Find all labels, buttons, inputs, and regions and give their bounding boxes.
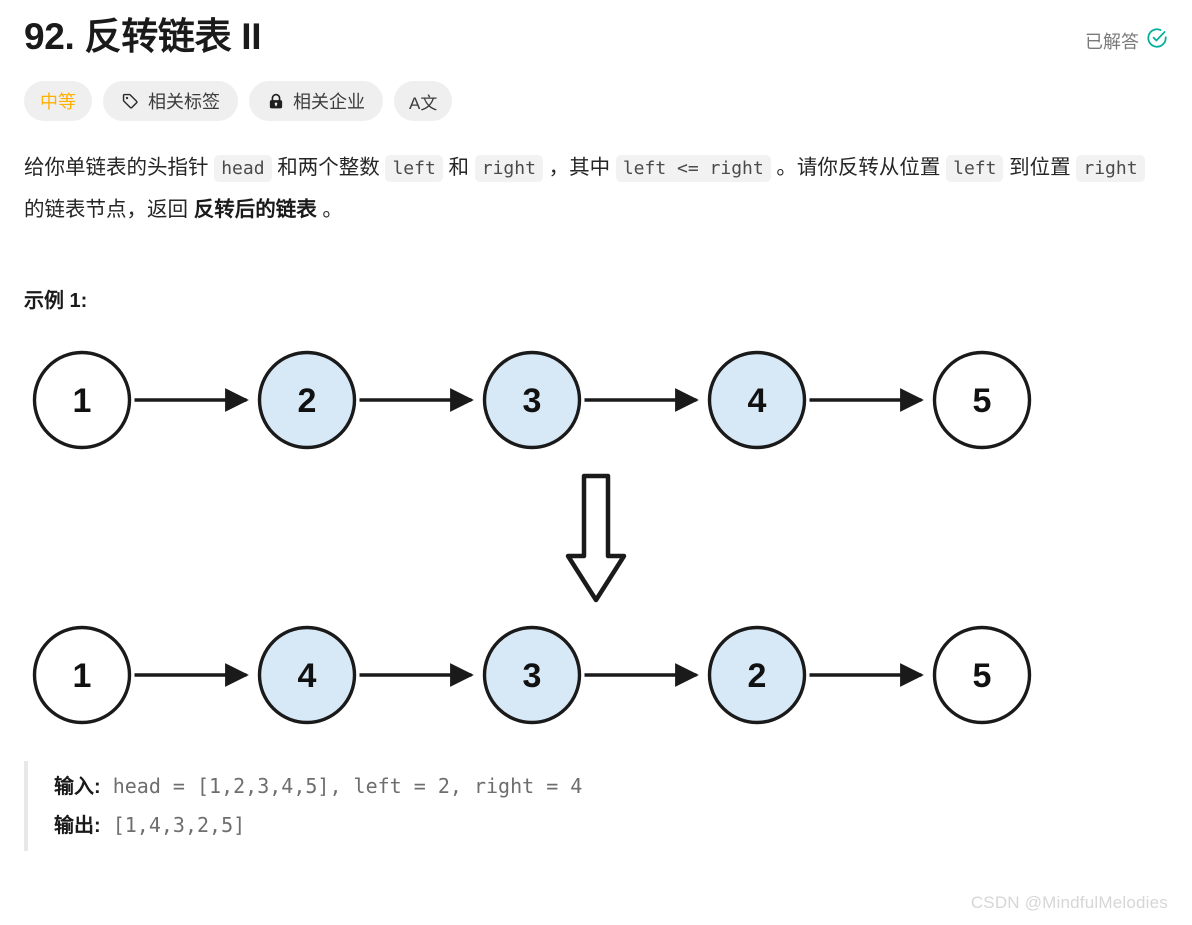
linked-list-node-value: 1 bbox=[73, 382, 92, 420]
tag-icon bbox=[121, 92, 140, 111]
linked-list-diagram: 1 2 3 4 5 1 4 3 2 5 bbox=[24, 335, 1168, 745]
example-io-block: 输入: head = [1,2,3,4,5], left = 2, right … bbox=[24, 761, 1168, 852]
linked-list-node-value: 2 bbox=[748, 657, 767, 695]
linked-list-row-after: 1 4 3 2 5 bbox=[24, 610, 1168, 745]
related-tags-button[interactable]: 相关标签 bbox=[103, 81, 238, 122]
page-title: 92. 反转链表 II bbox=[24, 16, 262, 57]
problem-description: 给你单链表的头指针 head 和两个整数 left 和 right ，其中 le… bbox=[24, 147, 1168, 230]
problem-page: 92. 反转链表 II 已解答 中等 相关标签 相关企业 A文 给你单链表的头指… bbox=[0, 0, 1192, 925]
desc-text-3: 和 bbox=[442, 156, 475, 180]
code-left-1: left bbox=[385, 155, 443, 183]
linked-list-node-value: 4 bbox=[298, 657, 317, 695]
desc-text-5: 。请你反转从位置 bbox=[770, 156, 947, 180]
desc-text-2: 和两个整数 bbox=[271, 156, 386, 180]
code-right-1: right bbox=[474, 155, 543, 183]
difficulty-label: 中等 bbox=[40, 92, 76, 113]
related-companies-label: 相关企业 bbox=[293, 92, 365, 113]
example-output-line: 输出: [1,4,3,2,5] bbox=[54, 806, 1168, 845]
down-block-arrow-icon bbox=[565, 474, 627, 603]
linked-list-node-value: 2 bbox=[298, 382, 317, 420]
code-left-le-right: left <= right bbox=[615, 155, 771, 183]
linked-list-node-value: 3 bbox=[523, 657, 542, 695]
desc-text-1: 给你单链表的头指针 bbox=[24, 156, 215, 180]
code-left-2: left bbox=[946, 155, 1004, 183]
desc-emphasis: 反转后的链表 bbox=[193, 198, 317, 222]
linked-list-node-value: 4 bbox=[748, 382, 767, 420]
linked-list-svg-after: 1 4 3 2 5 bbox=[32, 626, 1032, 725]
input-label: 输入: bbox=[54, 776, 101, 799]
example-input-line: 输入: head = [1,2,3,4,5], left = 2, right … bbox=[54, 767, 1168, 806]
transform-arrow-container bbox=[24, 470, 1168, 610]
csdn-watermark: CSDN @MindfulMelodies bbox=[970, 893, 1168, 912]
example-heading: 示例 1: bbox=[24, 290, 88, 313]
linked-list-node-value: 5 bbox=[973, 382, 992, 420]
related-companies-button[interactable]: 相关企业 bbox=[249, 81, 383, 122]
status-badge: 已解答 bbox=[1085, 14, 1168, 54]
code-right-2: right bbox=[1076, 155, 1145, 183]
input-value: head = [1,2,3,4,5], left = 2, right = 4 bbox=[112, 774, 583, 799]
linked-list-svg-before: 1 2 3 4 5 bbox=[32, 351, 1032, 450]
related-tags-label: 相关标签 bbox=[148, 92, 220, 113]
linked-list-row-before: 1 2 3 4 5 bbox=[24, 335, 1168, 470]
code-head: head bbox=[214, 155, 272, 183]
desc-text-4: ，其中 bbox=[542, 156, 616, 180]
action-pill-row: 中等 相关标签 相关企业 A文 bbox=[24, 81, 1168, 122]
output-value: [1,4,3,2,5] bbox=[112, 813, 246, 838]
linked-list-node-value: 1 bbox=[73, 657, 92, 695]
status-label: 已解答 bbox=[1085, 31, 1139, 52]
check-circle-icon bbox=[1146, 27, 1168, 54]
desc-text-6: 到位置 bbox=[1003, 156, 1077, 180]
linked-list-node-value: 3 bbox=[523, 382, 542, 420]
lock-icon bbox=[267, 92, 285, 111]
language-toggle-button[interactable]: A文 bbox=[394, 81, 453, 122]
difficulty-badge: 中等 bbox=[24, 81, 92, 122]
header: 92. 反转链表 II 已解答 bbox=[24, 0, 1168, 60]
output-label: 输出: bbox=[54, 815, 101, 838]
desc-text-8: 。 bbox=[316, 198, 343, 222]
linked-list-node-value: 5 bbox=[973, 657, 992, 695]
desc-text-7: 的链表节点，返回 bbox=[24, 198, 194, 222]
language-toggle-label: A文 bbox=[409, 93, 438, 113]
